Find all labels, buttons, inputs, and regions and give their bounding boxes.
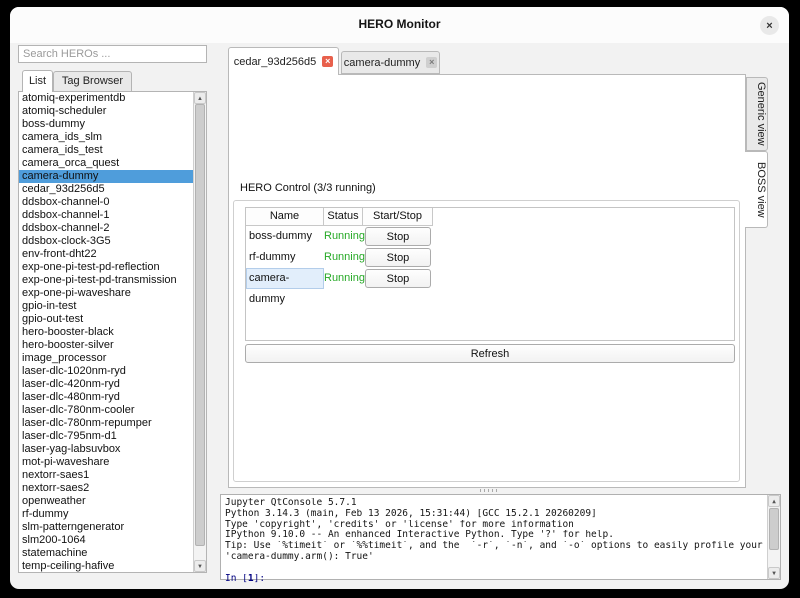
list-item[interactable]: nextorr-saes2: [19, 482, 206, 495]
hero-list[interactable]: atomiq-experimentdbatomiq-schedulerboss-…: [18, 91, 207, 573]
close-icon: ×: [766, 20, 772, 32]
list-scrollbar[interactable]: ▲ ▼: [193, 92, 206, 572]
list-item[interactable]: gpio-in-test: [19, 300, 206, 313]
hero-status-cell: Running: [324, 247, 363, 268]
column-header-name[interactable]: Name: [246, 208, 324, 226]
hero-name-cell[interactable]: boss-dummy: [246, 226, 324, 247]
search-input[interactable]: [18, 45, 207, 63]
console-line: 'camera-dummy.arm(): True': [225, 552, 776, 563]
list-item[interactable]: laser-dlc-780nm-repumper: [19, 417, 206, 430]
list-item[interactable]: hero-booster-silver: [19, 339, 206, 352]
hero-name-cell[interactable]: rf-dummy: [246, 247, 324, 268]
scroll-down-icon[interactable]: ▼: [194, 560, 206, 572]
tab-cedar-93d256d5[interactable]: cedar_93d256d5 ×: [228, 47, 339, 75]
list-item[interactable]: laser-dlc-1020nm-ryd: [19, 365, 206, 378]
list-item[interactable]: openweather: [19, 495, 206, 508]
console-prompt[interactable]: In [1]:: [225, 574, 776, 585]
list-item[interactable]: nextorr-saes1: [19, 469, 206, 482]
console-scrollbar-thumb[interactable]: [769, 508, 779, 550]
list-item[interactable]: ddsbox-channel-1: [19, 209, 206, 222]
list-item[interactable]: laser-dlc-480nm-ryd: [19, 391, 206, 404]
list-item[interactable]: env-front-dht22: [19, 248, 206, 261]
list-item[interactable]: slm200-1064: [19, 534, 206, 547]
console-output[interactable]: Jupyter QtConsole 5.7.1Python 3.14.3 (ma…: [220, 494, 781, 580]
close-tab-icon[interactable]: ×: [322, 56, 333, 67]
prompt-prefix: In [: [225, 574, 248, 584]
list-item[interactable]: camera_ids_test: [19, 144, 206, 157]
list-item[interactable]: mot-pi-waveshare: [19, 456, 206, 469]
list-item[interactable]: camera_ids_slm: [19, 131, 206, 144]
tab-label: cedar_93d256d5: [234, 56, 317, 68]
list-item[interactable]: image_processor: [19, 352, 206, 365]
tab-generic-view[interactable]: Generic view: [746, 77, 768, 151]
hero-name-cell[interactable]: camera-dummy: [246, 268, 324, 289]
list-item[interactable]: exp-one-pi-waveshare: [19, 287, 206, 300]
stop-button[interactable]: Stop: [365, 269, 431, 288]
app-window: HERO Monitor × List Tag Browser atomiq-e…: [10, 7, 789, 589]
console-scrollbar[interactable]: ▲ ▼: [767, 495, 780, 579]
window-close-button[interactable]: ×: [760, 16, 779, 35]
scroll-up-icon[interactable]: ▲: [194, 92, 206, 104]
console-line: [225, 563, 776, 574]
column-header-status[interactable]: Status: [324, 208, 363, 226]
close-tab-icon[interactable]: ×: [426, 57, 437, 68]
splitter-handle[interactable]: [480, 489, 498, 492]
console-line: Type 'copyright', 'credits' or 'license'…: [225, 520, 776, 531]
list-item[interactable]: boss-dummy: [19, 118, 206, 131]
hero-control-title: HERO Control (3/3 running): [240, 182, 376, 194]
list-item[interactable]: gpio-out-test: [19, 313, 206, 326]
hero-action-cell: Stop: [363, 268, 433, 289]
list-item[interactable]: atomiq-experimentdb: [19, 92, 206, 105]
list-item[interactable]: statemachine: [19, 547, 206, 560]
tab-camera-dummy[interactable]: camera-dummy ×: [341, 51, 440, 74]
list-item[interactable]: laser-dlc-420nm-ryd: [19, 378, 206, 391]
hero-status-cell: Running: [324, 226, 363, 247]
hero-status-cell: Running: [324, 268, 363, 289]
refresh-button[interactable]: Refresh: [245, 344, 735, 363]
console-line: Python 3.14.3 (main, Feb 13 2026, 15:31:…: [225, 509, 776, 520]
table-row: boss-dummy Running Stop: [246, 226, 734, 247]
console-line: Jupyter QtConsole 5.7.1: [225, 498, 776, 509]
tab-boss-view[interactable]: BOSS view: [745, 151, 768, 228]
table-row: camera-dummy Running Stop: [246, 268, 734, 289]
list-item[interactable]: rf-dummy: [19, 508, 206, 521]
tab-tag-browser[interactable]: Tag Browser: [53, 71, 132, 92]
console-line: Tip: Use `%timeit` or `%%timeit`, and th…: [225, 541, 776, 552]
list-item[interactable]: exp-one-pi-test-pd-reflection: [19, 261, 206, 274]
list-item[interactable]: laser-dlc-795nm-d1: [19, 430, 206, 443]
stop-button[interactable]: Stop: [365, 248, 431, 267]
list-item[interactable]: temp-ceiling-hafive: [19, 560, 206, 573]
hero-action-cell: Stop: [363, 226, 433, 247]
list-item[interactable]: camera-dummy: [19, 170, 206, 183]
list-item[interactable]: cedar_93d256d5: [19, 183, 206, 196]
list-item[interactable]: ddsbox-channel-2: [19, 222, 206, 235]
list-item[interactable]: laser-yag-labsuvbox: [19, 443, 206, 456]
column-header-startstop[interactable]: Start/Stop: [363, 208, 433, 226]
list-item[interactable]: atomiq-scheduler: [19, 105, 206, 118]
tab-label: camera-dummy: [344, 57, 420, 69]
list-item[interactable]: hero-booster-black: [19, 326, 206, 339]
prompt-suffix: ]:: [254, 574, 265, 584]
window-title: HERO Monitor: [10, 17, 789, 31]
title-bar: HERO Monitor ×: [10, 7, 789, 43]
list-item[interactable]: camera_orca_quest: [19, 157, 206, 170]
hero-action-cell: Stop: [363, 247, 433, 268]
scroll-down-icon[interactable]: ▼: [768, 567, 780, 579]
list-item[interactable]: slm-patterngenerator: [19, 521, 206, 534]
table-row: rf-dummy Running Stop: [246, 247, 734, 268]
list-scrollbar-thumb[interactable]: [195, 104, 205, 546]
stop-button[interactable]: Stop: [365, 227, 431, 246]
list-item[interactable]: ddsbox-channel-0: [19, 196, 206, 209]
console-line: IPython 9.10.0 -- An enhanced Interactiv…: [225, 530, 776, 541]
tab-list[interactable]: List: [22, 70, 53, 92]
table-header: Name Status Start/Stop: [246, 208, 734, 226]
list-item[interactable]: ddsbox-clock-3G5: [19, 235, 206, 248]
hero-control-table: Name Status Start/Stop boss-dummy Runnin…: [245, 207, 735, 341]
list-item[interactable]: laser-dlc-780nm-cooler: [19, 404, 206, 417]
scroll-up-icon[interactable]: ▲: [768, 495, 780, 507]
list-item[interactable]: exp-one-pi-test-pd-transmission: [19, 274, 206, 287]
